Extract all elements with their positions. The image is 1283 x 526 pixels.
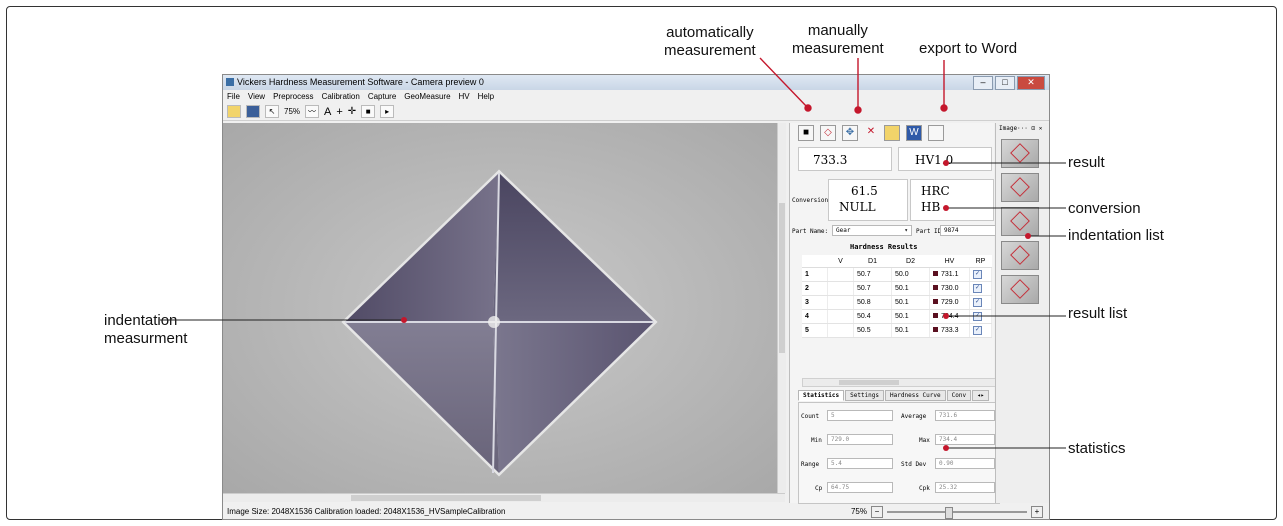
leader-dot-statistics	[943, 445, 949, 451]
leader-dot-result	[943, 160, 949, 166]
leader-dot-auto	[804, 104, 812, 112]
callout-lines	[160, 57, 1066, 451]
leader-dot-indentation-measure	[401, 317, 407, 323]
leader-auto	[759, 57, 809, 109]
leader-dot-result-list	[943, 313, 949, 319]
leader-dot-conversion	[943, 205, 949, 211]
leader-dot-manual	[854, 106, 862, 114]
leader-dot-indentation-list	[1025, 233, 1031, 239]
leader-dot-export	[940, 104, 948, 112]
